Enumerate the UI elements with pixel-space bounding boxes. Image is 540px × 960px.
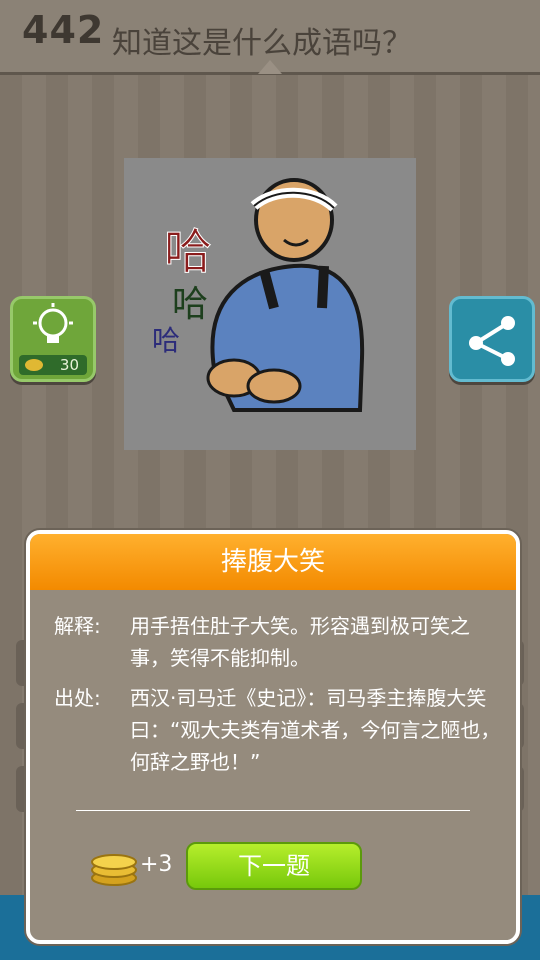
idiom-title: 捧腹大笑 [220,547,325,577]
level-number: 442 [22,8,105,52]
dialog-header: 捧腹大笑 [30,534,516,590]
laugh-text-small: 哈 [152,324,180,357]
lightbulb-icon [33,303,73,343]
puzzle-image: 哈 哈 哈 [124,158,416,450]
share-button[interactable] [449,296,535,382]
source-text: 西汉·司马迁《史记》：司马季主捧腹大笑曰：“观大夫类有道术者，今何言之陋也，何辞… [130,686,501,774]
next-question-button[interactable]: 下一题 [186,842,362,890]
hint-cost-badge: 30 [19,355,87,375]
hint-button[interactable]: 30 [10,296,96,382]
laugh-text-medium: 哈 [172,284,208,325]
share-icon [469,316,515,366]
explanation-label: 解释: [54,614,101,638]
top-bar: 442 知道这是什么成语吗？ [0,0,540,75]
coins-icon [91,854,137,886]
laugh-text-large: 哈 [164,224,212,280]
hint-cost-value: 30 [59,356,79,374]
laughing-man-illustration: 哈 哈 哈 [152,178,365,412]
explanation-text: 用手捂住肚子大笑。形容遇到极可笑之事，笑得不能抑制。 [130,614,470,670]
question-text: 知道这是什么成语吗？ [112,26,412,61]
coin-icon [25,359,43,371]
reward-amount: +3 [140,852,173,877]
answer-dialog: 捧腹大笑 解释: 用手捂住肚子大笑。形容遇到极可笑之事，笑得不能抑制。 出处: … [26,530,520,944]
question-pointer [258,60,282,74]
source-label: 出处: [54,686,101,710]
divider [76,810,470,811]
